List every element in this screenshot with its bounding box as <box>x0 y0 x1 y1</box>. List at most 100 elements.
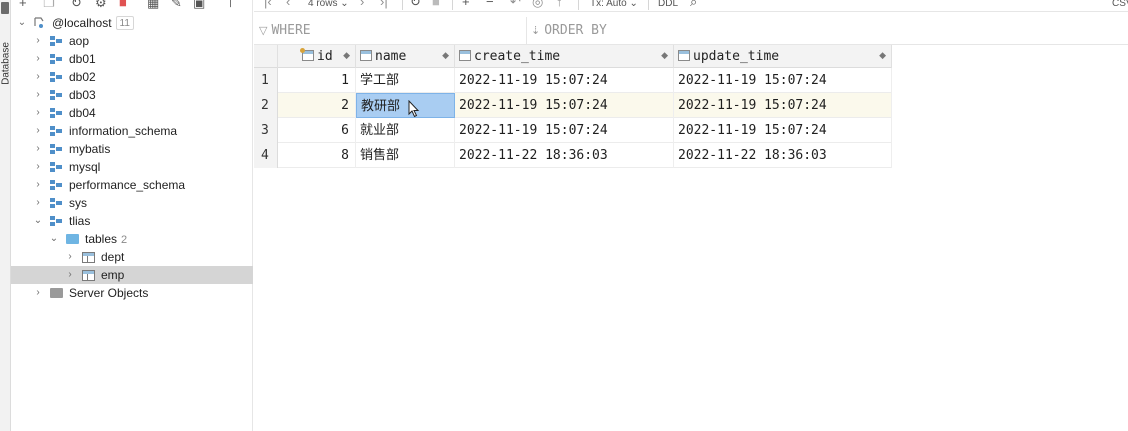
row-count-dropdown[interactable]: 4 rows ⌄ <box>308 0 349 11</box>
tool-window-icon[interactable] <box>1 2 9 14</box>
cell-name[interactable]: 销售部 <box>356 143 455 168</box>
column-header-label: id <box>317 49 333 64</box>
tree-item-table[interactable]: › dept <box>11 248 253 266</box>
column-header-create-time[interactable]: create_time ◆ <box>455 45 674 68</box>
tree-item-label: db04 <box>69 106 96 120</box>
cell-create-time[interactable]: 2022-11-19 15:07:24 <box>455 68 674 93</box>
chevron-right-icon[interactable]: › <box>33 32 43 50</box>
cell-name[interactable]: 教研部 <box>356 93 455 118</box>
table-row[interactable]: 1 1 学工部 2022-11-19 15:07:24 2022-11-19 1… <box>254 68 892 93</box>
column-header-update-time[interactable]: update_time ◆ <box>674 45 892 68</box>
refresh-icon[interactable]: ↻ <box>71 0 82 10</box>
tree-item-label: information_schema <box>69 124 178 138</box>
tree-item-label: Server Objects <box>69 286 149 300</box>
tree-item-database[interactable]: › information_schema <box>11 122 253 140</box>
chevron-right-icon[interactable]: › <box>33 194 43 212</box>
cell-id[interactable]: 8 <box>278 143 356 168</box>
chevron-right-icon[interactable]: › <box>65 266 75 284</box>
chevron-down-icon[interactable]: ⌄ <box>17 14 27 32</box>
export-format-button[interactable]: CSV <box>1112 0 1128 11</box>
sort-icon[interactable]: ◆ <box>879 45 886 68</box>
row-number[interactable]: 2 <box>254 93 278 118</box>
cell-update-time[interactable]: 2022-11-19 15:07:24 <box>674 118 892 143</box>
tree-item-database[interactable]: › db04 <box>11 104 253 122</box>
sort-icon[interactable]: ◆ <box>661 45 668 68</box>
reload-icon[interactable]: ↻ <box>410 0 421 9</box>
database-icon <box>50 180 62 191</box>
add-row-icon[interactable]: + <box>462 0 470 9</box>
cell-update-time[interactable]: 2022-11-19 15:07:24 <box>674 93 892 118</box>
chevron-right-icon[interactable]: › <box>33 86 43 104</box>
delete-row-icon[interactable]: − <box>486 0 494 9</box>
tree-item-database[interactable]: › aop <box>11 32 253 50</box>
properties-icon[interactable]: ⚙ <box>95 0 107 10</box>
cell-name[interactable]: 就业部 <box>356 118 455 143</box>
chevron-right-icon[interactable]: › <box>33 176 43 194</box>
chevron-right-icon[interactable]: › <box>33 104 43 122</box>
tree-item-localhost[interactable]: ⌄ @localhost 11 <box>11 14 253 32</box>
chevron-right-icon[interactable]: › <box>33 158 43 176</box>
tree-item-database[interactable]: › mybatis <box>11 140 253 158</box>
sort-icon[interactable]: ◆ <box>442 45 449 68</box>
row-number[interactable]: 4 <box>254 143 278 168</box>
tree-item-database[interactable]: ⌄ tlias <box>11 212 253 230</box>
cell-name[interactable]: 学工部 <box>356 68 455 93</box>
tree-item-tables-folder[interactable]: ⌄ tables 2 <box>11 230 253 248</box>
console-icon[interactable]: ▣ <box>193 0 205 10</box>
next-page-icon[interactable]: › <box>360 0 364 9</box>
table-row[interactable]: 2 2 教研部 2022-11-19 15:07:24 2022-11-19 1… <box>254 93 892 118</box>
ddl-button[interactable]: DDL <box>658 0 678 11</box>
stop-icon[interactable]: ■ <box>432 0 440 9</box>
tree-item-database[interactable]: › db02 <box>11 68 253 86</box>
column-header-name[interactable]: name ◆ <box>356 45 455 68</box>
chevron-right-icon[interactable]: › <box>33 68 43 86</box>
chevron-right-icon[interactable]: › <box>33 140 43 158</box>
tree-item-database[interactable]: › db01 <box>11 50 253 68</box>
cell-update-time[interactable]: 2022-11-22 18:36:03 <box>674 143 892 168</box>
preview-icon[interactable]: ◎ <box>532 0 543 9</box>
cell-id[interactable]: 1 <box>278 68 356 93</box>
tree-item-database[interactable]: › db03 <box>11 86 253 104</box>
transaction-mode-label: Tx: Auto <box>590 0 627 9</box>
tree-item-table[interactable]: › emp <box>11 266 253 284</box>
column-header-id[interactable]: id ◆ <box>278 45 356 68</box>
row-number[interactable]: 1 <box>254 68 278 93</box>
database-icon <box>50 216 62 227</box>
table-view-icon[interactable]: ▦ <box>147 0 159 10</box>
submit-icon[interactable]: ↑ <box>556 0 563 9</box>
tree-item-server-objects[interactable]: › Server Objects <box>11 284 253 302</box>
where-filter-input[interactable]: ▽ WHERE <box>259 17 521 45</box>
cell-update-time[interactable]: 2022-11-19 15:07:24 <box>674 68 892 93</box>
cell-create-time[interactable]: 2022-11-22 18:36:03 <box>455 143 674 168</box>
tree-item-database[interactable]: › performance_schema <box>11 176 253 194</box>
chevron-right-icon[interactable]: › <box>33 284 43 302</box>
cell-create-time[interactable]: 2022-11-19 15:07:24 <box>455 93 674 118</box>
chevron-right-icon[interactable]: › <box>33 50 43 68</box>
add-icon[interactable]: + <box>19 0 27 10</box>
chevron-down-icon[interactable]: ⌄ <box>33 212 43 230</box>
first-page-icon[interactable]: |‹ <box>264 0 272 9</box>
copy-icon[interactable]: ❐ <box>43 0 55 10</box>
table-row[interactable]: 4 8 销售部 2022-11-22 18:36:03 2022-11-22 1… <box>254 143 892 168</box>
tree-item-database[interactable]: › sys <box>11 194 253 212</box>
table-row[interactable]: 3 6 就业部 2022-11-19 15:07:24 2022-11-19 1… <box>254 118 892 143</box>
transaction-mode-dropdown[interactable]: Tx: Auto ⌄ <box>590 0 638 11</box>
search-icon[interactable]: ⌕ <box>690 0 697 9</box>
cell-create-time[interactable]: 2022-11-19 15:07:24 <box>455 118 674 143</box>
chevron-right-icon[interactable]: › <box>65 248 75 266</box>
stop-icon[interactable]: ■ <box>119 0 127 10</box>
order-by-input[interactable]: ⇣ ORDER BY <box>526 17 1116 45</box>
previous-page-icon[interactable]: ‹ <box>286 0 290 9</box>
edit-icon[interactable]: ✎ <box>171 0 182 10</box>
sort-icon[interactable]: ◆ <box>343 45 350 68</box>
cell-id[interactable]: 6 <box>278 118 356 143</box>
filter-icon[interactable]: ⊤ <box>225 0 236 10</box>
chevron-right-icon[interactable]: › <box>33 122 43 140</box>
tree-item-database[interactable]: › mysql <box>11 158 253 176</box>
database-tool-tab[interactable]: Database <box>1 39 12 89</box>
last-page-icon[interactable]: ›| <box>380 0 388 9</box>
row-number[interactable]: 3 <box>254 118 278 143</box>
cell-id[interactable]: 2 <box>278 93 356 118</box>
revert-icon[interactable]: ↶ <box>510 0 521 9</box>
chevron-down-icon[interactable]: ⌄ <box>49 230 59 248</box>
